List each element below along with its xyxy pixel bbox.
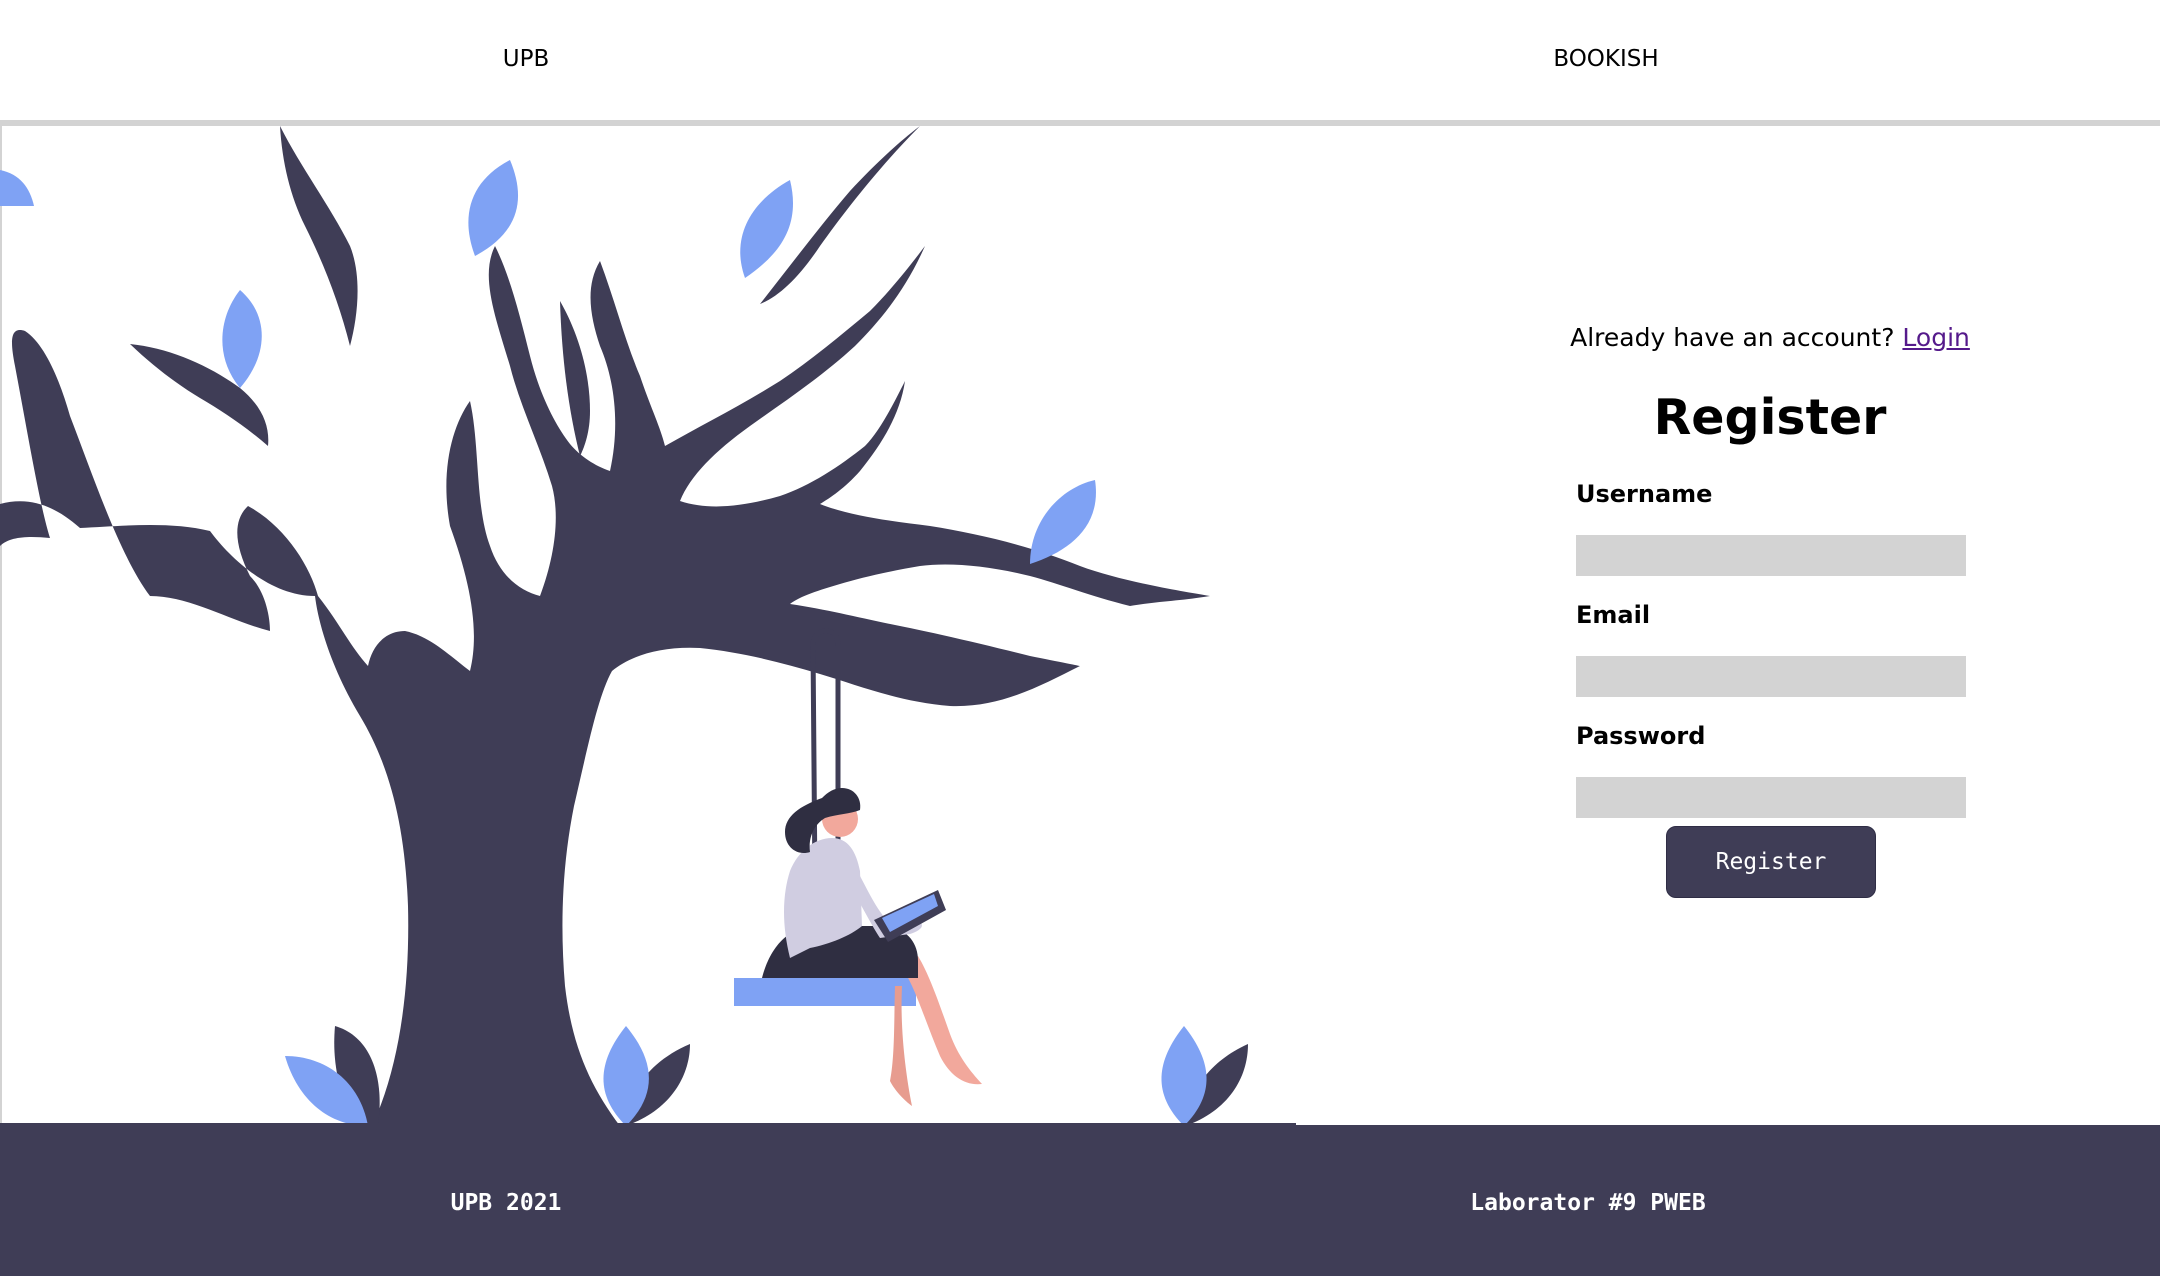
leaf xyxy=(1030,480,1096,564)
footer-copyright-text: UPB 2021 xyxy=(450,1190,562,1216)
username-label: Username xyxy=(1576,480,1713,508)
tree-swing-illustration xyxy=(0,126,1296,1126)
tree-branch-top xyxy=(280,126,358,346)
account-prompt-text: Already have an account? xyxy=(1570,323,1895,352)
footer-lab-text: Laborator #9 PWEB xyxy=(1470,1190,1706,1216)
tablet-device xyxy=(874,890,946,942)
header-bookish-text: BOOKISH xyxy=(1553,46,1659,72)
password-label: Password xyxy=(1576,722,1706,750)
leaf xyxy=(468,160,519,256)
swing-seat xyxy=(734,978,916,1006)
email-label: Email xyxy=(1576,601,1651,629)
leaf xyxy=(0,170,34,206)
register-button[interactable]: Register xyxy=(1666,826,1876,898)
email-input[interactable] xyxy=(1576,656,1966,697)
form-title: Register xyxy=(1653,389,1887,446)
login-link[interactable]: Login xyxy=(1902,323,1969,352)
header-upb-text: UPB xyxy=(502,46,550,72)
username-input[interactable] xyxy=(1576,535,1966,576)
main-content: Already have an account? Login Register … xyxy=(0,126,2160,1126)
footer: UPB 2021 Laborator #9 PWEB xyxy=(0,1125,2160,1276)
account-prompt: Already have an account? Login xyxy=(1500,321,2040,355)
tree-branch-middle xyxy=(560,301,590,456)
leaf xyxy=(222,290,262,388)
top-header: UPB BOOKISH xyxy=(0,0,2160,126)
password-input[interactable] xyxy=(1576,777,1966,818)
leaf xyxy=(740,180,793,278)
register-form-panel: Already have an account? Login Register … xyxy=(1500,126,2040,1125)
